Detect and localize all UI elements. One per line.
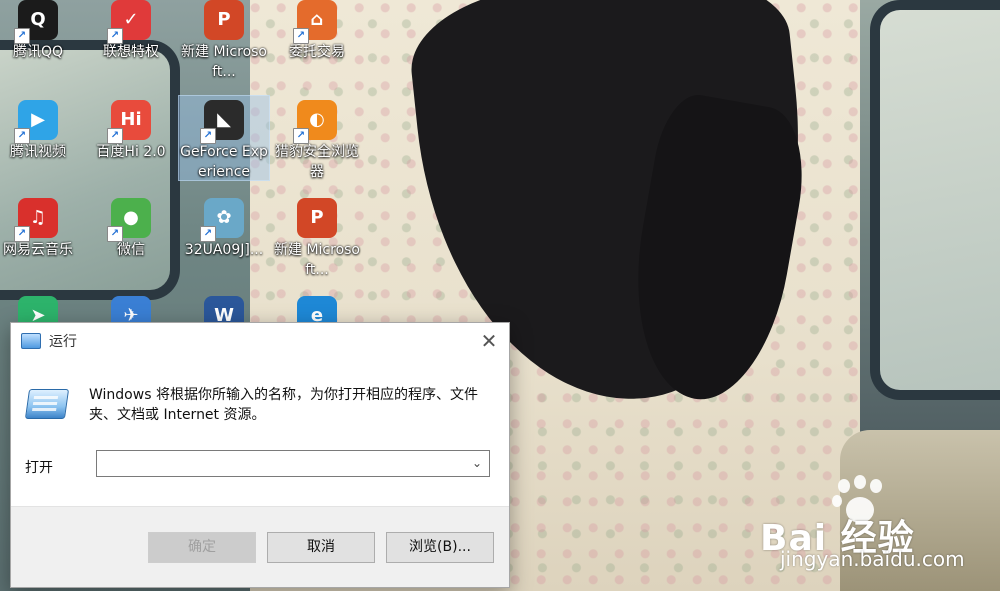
desktop-icon-netease-music[interactable]: ♫ ↗ 网易云音乐 [0, 198, 83, 260]
lenovo-icon-glyph: ✓ [123, 9, 139, 30]
run-app-icon [21, 333, 41, 349]
desktop-icon-wechat[interactable]: ● ↗ 微信 [86, 198, 176, 260]
powerpoint-file-icon-glyph: P [310, 207, 324, 228]
ok-button[interactable]: 确定 [148, 532, 256, 563]
desktop-icon-label: 32UA09J]... [184, 242, 264, 258]
desktop-icon-new-ppt[interactable]: P 新建 Microsoft... [179, 0, 269, 82]
run-dialog-titlebar[interactable]: 运行 ✕ [11, 323, 509, 359]
open-combobox[interactable]: ⌄ [96, 450, 490, 477]
close-button[interactable]: ✕ [469, 323, 509, 359]
run-dialog-title: 运行 [49, 334, 77, 350]
desktop-icon-label: 微信 [117, 242, 145, 258]
geforce-icon-glyph: ◣ [217, 109, 231, 130]
desktop-icon-label: 新建 Microsoft... [181, 44, 267, 80]
desktop-icon-label: 网易云音乐 [3, 242, 73, 258]
watermark-url: jingyan.baidu.com [780, 547, 965, 571]
qq-icon-glyph: Q [30, 9, 46, 30]
desktop-icon-baidu-hi[interactable]: Hi ↗ 百度Hi 2.0 [86, 100, 176, 162]
run-window-icon [24, 389, 70, 419]
desktop-icon-label: 腾讯视频 [10, 144, 66, 160]
trade-icon: ⌂ ↗ [293, 0, 337, 44]
desktop-icon-label: 委托交易 [289, 44, 345, 60]
image-file-icon: ✿ ↗ [200, 198, 244, 242]
chevron-down-icon[interactable]: ⌄ [469, 455, 485, 471]
cheetah-browser-icon: ◐ ↗ [293, 100, 337, 144]
desktop-icon-qq[interactable]: Q ↗ 腾讯QQ [0, 0, 83, 62]
wallpaper-bus-window-left [0, 40, 180, 300]
run-dialog-footer: 确定 取消 浏览(B)... [11, 506, 509, 587]
run-dialog-description: Windows 将根据你所输入的名称，为你打开相应的程序、文件夹、文档或 Int… [89, 387, 478, 423]
browse-button[interactable]: 浏览(B)... [386, 532, 494, 563]
desktop-icon-label: GeForce Experience [180, 144, 268, 180]
desktop-icon-image-file[interactable]: ✿ ↗ 32UA09J]... [179, 198, 269, 260]
desktop-icon-geforce[interactable]: ◣ ↗ GeForce Experience [178, 95, 270, 181]
desktop-icon-label: 猎豹安全浏览器 [275, 144, 359, 180]
open-input[interactable] [97, 451, 469, 476]
trade-icon-glyph: ⌂ [310, 9, 324, 30]
open-label: 打开 [25, 460, 53, 476]
cancel-button[interactable]: 取消 [267, 532, 375, 563]
close-icon: ✕ [480, 329, 498, 353]
run-dialog: 运行 ✕ Windows 将根据你所输入的名称，为你打开相应的程序、文件夹、文档… [10, 322, 510, 588]
powerpoint-file-icon: P [204, 0, 244, 40]
baidu-hi-icon-glyph: Hi [120, 109, 142, 130]
geforce-icon: ◣ ↗ [200, 100, 244, 144]
netease-music-icon: ♫ ↗ [14, 198, 58, 242]
image-file-icon-glyph: ✿ [216, 207, 232, 228]
powerpoint-file-icon: P [297, 198, 337, 238]
tencent-video-icon: ▶ ↗ [14, 100, 58, 144]
run-dialog-body: Windows 将根据你所输入的名称，为你打开相应的程序、文件夹、文档或 Int… [11, 359, 509, 506]
qq-icon: Q ↗ [14, 0, 58, 44]
desktop-icon-label: 腾讯QQ [12, 44, 64, 60]
desktop-icon-label: 联想特权 [103, 44, 159, 60]
desktop-icon-cheetah-browser[interactable]: ◐ ↗ 猎豹安全浏览器 [272, 100, 362, 182]
powerpoint-file-icon-glyph: P [217, 9, 231, 30]
wallpaper-bus-window-right [870, 0, 1000, 400]
desktop-icon-label: 新建 Microsoft... [274, 242, 360, 278]
wechat-icon-glyph: ● [123, 207, 139, 228]
baidu-hi-icon: Hi ↗ [107, 100, 151, 144]
tencent-video-icon-glyph: ▶ [31, 109, 45, 130]
baidu-jingyan-watermark: Bai 经验 jingyan.baidu.com [760, 475, 965, 571]
desktop-icon-tencent-video[interactable]: ▶ ↗ 腾讯视频 [0, 100, 83, 162]
netease-music-icon-glyph: ♫ [29, 207, 47, 228]
desktop-icon-trade[interactable]: ⌂ ↗ 委托交易 [272, 0, 362, 62]
desktop-icon-new-ppt-2[interactable]: P 新建 Microsoft... [272, 198, 362, 280]
desktop-icon-lenovo[interactable]: ✓ ↗ 联想特权 [86, 0, 176, 62]
cheetah-browser-icon-glyph: ◐ [309, 109, 325, 130]
desktop-icon-label: 百度Hi 2.0 [96, 144, 166, 160]
wechat-icon: ● ↗ [107, 198, 151, 242]
lenovo-icon: ✓ ↗ [107, 0, 151, 44]
